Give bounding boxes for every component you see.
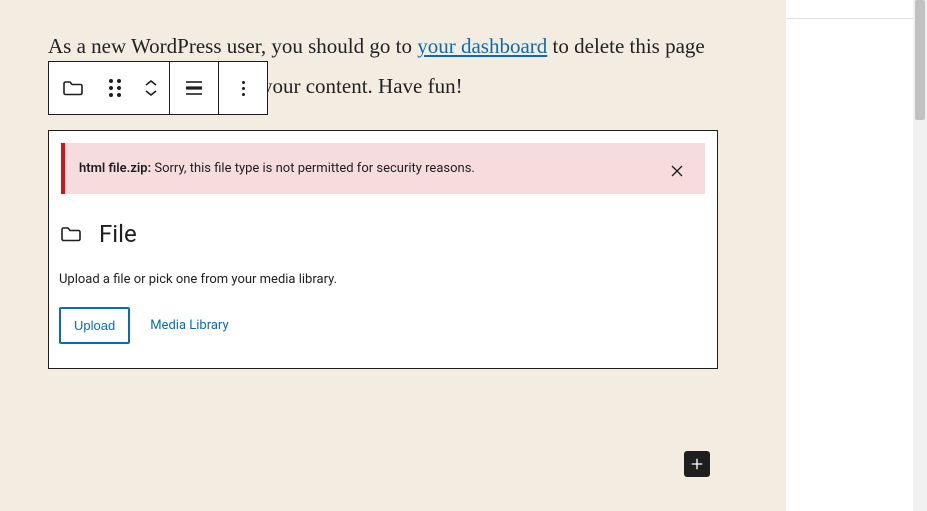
plus-icon (688, 455, 706, 473)
move-buttons[interactable] (133, 62, 169, 114)
dashboard-link[interactable]: your dashboard (417, 34, 547, 58)
close-icon (667, 161, 687, 181)
upload-button[interactable]: Upload (59, 307, 130, 344)
error-notice: html file.zip: Sorry, this file type is … (61, 143, 705, 194)
block-type-button[interactable] (49, 62, 97, 114)
drag-handle[interactable] (97, 62, 133, 114)
chevron-up-icon (144, 78, 158, 88)
block-toolbar (48, 61, 268, 115)
add-block-button[interactable] (684, 451, 710, 477)
error-filename: html file.zip: (79, 161, 151, 176)
file-block-description: Upload a file or pick one from your medi… (49, 248, 717, 287)
scroll-thumb[interactable] (915, 0, 925, 120)
file-icon (59, 222, 83, 246)
file-block-header: File (49, 210, 717, 248)
align-button[interactable] (170, 62, 218, 114)
paragraph-text-1: As a new WordPress user, you should go t… (48, 34, 417, 58)
file-block-title: File (99, 220, 137, 248)
scrollbar[interactable] (913, 0, 927, 511)
align-icon (182, 76, 206, 100)
kebab-icon (242, 81, 245, 84)
file-block[interactable]: html file.zip: Sorry, this file type is … (48, 130, 718, 369)
sidebar-divider (786, 18, 927, 19)
dismiss-error-button[interactable] (661, 155, 693, 187)
media-library-button[interactable]: Media Library (150, 318, 228, 333)
more-options-button[interactable] (219, 62, 267, 114)
error-message: Sorry, this file type is not permitted f… (151, 161, 475, 176)
file-block-actions: Upload Media Library (49, 287, 717, 368)
editor-canvas: As a new WordPress user, you should go t… (0, 0, 786, 511)
file-icon (61, 76, 85, 100)
chevron-down-icon (144, 88, 158, 98)
settings-sidebar (786, 0, 927, 511)
drag-icon (109, 79, 121, 97)
